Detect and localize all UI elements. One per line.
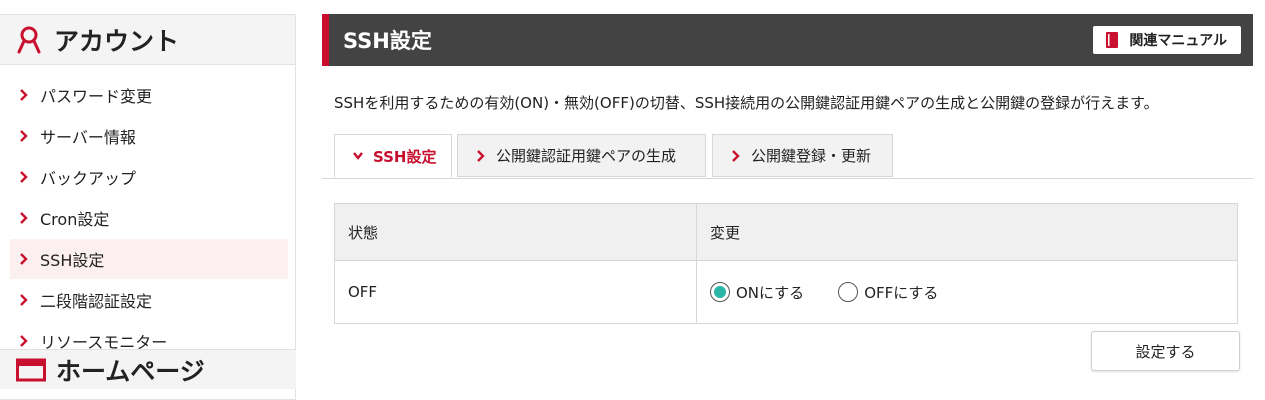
- ssh-toggle-radio-group: ONにする OFFにする: [710, 282, 1237, 303]
- sidebar-item-backup[interactable]: バックアップ: [10, 157, 288, 197]
- sidebar-item-label: パスワード変更: [40, 87, 153, 106]
- sidebar-item-cron[interactable]: Cron設定: [10, 198, 288, 238]
- radio-off[interactable]: OFFにする: [838, 282, 938, 303]
- change-cell: ONにする OFFにする: [696, 260, 1238, 324]
- sidebar-item-label: サーバー情報: [40, 128, 136, 147]
- table-header-row: 状態 変更: [334, 203, 1238, 261]
- chevron-down-icon: [351, 149, 365, 163]
- sidebar-item-password[interactable]: パスワード変更: [10, 75, 288, 115]
- chevron-right-icon: [17, 293, 31, 307]
- sidebar-item-label: SSH設定: [40, 251, 105, 270]
- related-manual-button[interactable]: 関連マニュアル: [1093, 26, 1241, 54]
- page-description: SSHを利用するための有効(ON)・無効(OFF)の切替、SSH接続用の公開鍵認…: [334, 94, 1159, 112]
- chevron-right-icon: [17, 252, 31, 266]
- radio-off-label: OFFにする: [864, 283, 939, 302]
- sidebar: アカウント パスワード変更 サーバー情報 バックアップ Cron設定 SSH設定…: [0, 14, 296, 400]
- table-row: OFF ONにする OFFにする: [334, 260, 1238, 324]
- related-manual-label: 関連マニュアル: [1129, 33, 1227, 49]
- tab-key-pair-generate[interactable]: 公開鍵認証用鍵ペアの生成: [457, 134, 706, 177]
- user-icon: [16, 26, 42, 54]
- chevron-right-icon: [17, 129, 31, 143]
- column-header-status: 状態: [334, 203, 697, 261]
- tab-ssh-settings[interactable]: SSH設定: [334, 134, 452, 178]
- sidebar-item-ssh[interactable]: SSH設定: [10, 239, 288, 279]
- radio-off-button[interactable]: [838, 282, 859, 302]
- tab-label: SSH設定: [373, 147, 437, 166]
- radio-on-button[interactable]: [710, 282, 730, 302]
- tab-label: 公開鍵認証用鍵ペアの生成: [496, 147, 677, 165]
- sidebar-menu: パスワード変更 サーバー情報 バックアップ Cron設定 SSH設定 二段階認証…: [0, 65, 295, 361]
- sidebar-item-label: Cron設定: [40, 210, 110, 229]
- header-accent-bar: [322, 14, 329, 66]
- tab-bar: SSH設定 公開鍵認証用鍵ペアの生成 公開鍵登録・更新: [322, 134, 1253, 179]
- book-icon: [1105, 32, 1119, 48]
- page-header: SSH設定 関連マニュアル: [322, 14, 1253, 66]
- sidebar-account-title: アカウント: [54, 26, 180, 56]
- chevron-right-icon: [17, 334, 31, 348]
- sidebar-item-label: 二段階認証設定: [40, 292, 153, 311]
- radio-on[interactable]: ONにする: [710, 282, 804, 303]
- sidebar-item-two-factor[interactable]: 二段階認証設定: [10, 280, 288, 320]
- column-header-change: 変更: [696, 203, 1238, 261]
- tab-public-key-register[interactable]: 公開鍵登録・更新: [712, 134, 893, 177]
- tab-label: 公開鍵登録・更新: [751, 147, 872, 165]
- sidebar-account-header: アカウント: [0, 15, 295, 65]
- apply-settings-button[interactable]: 設定する: [1091, 331, 1240, 371]
- chevron-right-icon: [474, 149, 488, 163]
- sidebar-item-server-info[interactable]: サーバー情報: [10, 116, 288, 156]
- chevron-right-icon: [17, 211, 31, 225]
- browser-window-icon: [16, 358, 46, 382]
- status-value: OFF: [334, 260, 697, 324]
- sidebar-item-label: バックアップ: [40, 169, 137, 188]
- sidebar-homepage-header: ホームページ: [0, 349, 296, 389]
- chevron-right-icon: [729, 149, 743, 163]
- chevron-right-icon: [17, 88, 31, 102]
- radio-on-label: ONにする: [736, 283, 805, 302]
- radio-selected-dot: [714, 286, 726, 298]
- chevron-right-icon: [17, 170, 31, 184]
- ssh-status-table: 状態 変更 OFF ONにする OFFにする: [334, 203, 1238, 324]
- sidebar-homepage-title: ホームページ: [56, 356, 205, 386]
- page-title: SSH設定: [343, 29, 432, 53]
